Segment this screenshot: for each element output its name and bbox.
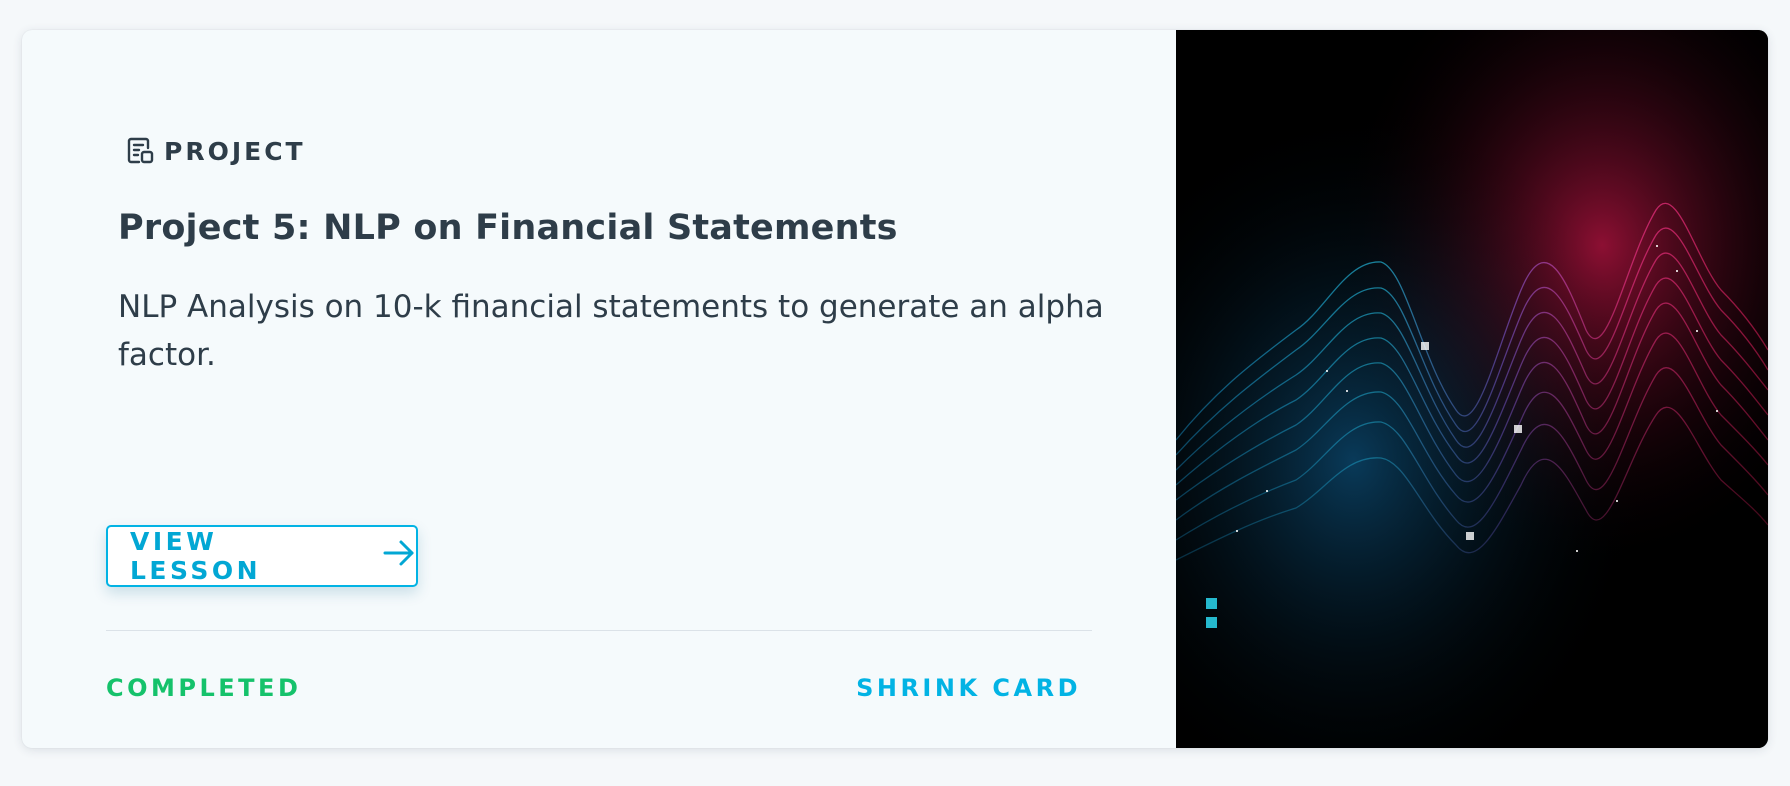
project-card: PROJECT Project 5: NLP on Financial Stat… xyxy=(22,30,1768,748)
arrow-right-icon xyxy=(382,538,416,574)
project-hero-image xyxy=(1176,30,1768,748)
view-lesson-button[interactable]: VIEW LESSON xyxy=(106,525,418,587)
card-title: Project 5: NLP on Financial Statements xyxy=(118,208,898,248)
card-description: NLP Analysis on 10-k financial statement… xyxy=(118,289,1104,373)
view-lesson-label: VIEW LESSON xyxy=(130,527,262,585)
card-content: PROJECT Project 5: NLP on Financial Stat… xyxy=(22,30,1176,748)
card-divider xyxy=(106,630,1092,631)
completion-status: COMPLETED xyxy=(106,674,302,702)
project-icon xyxy=(126,136,156,166)
shrink-card-button[interactable]: SHRINK CARD xyxy=(856,674,1081,702)
card-type-label: PROJECT xyxy=(126,136,306,166)
card-type-text: PROJECT xyxy=(164,136,306,166)
